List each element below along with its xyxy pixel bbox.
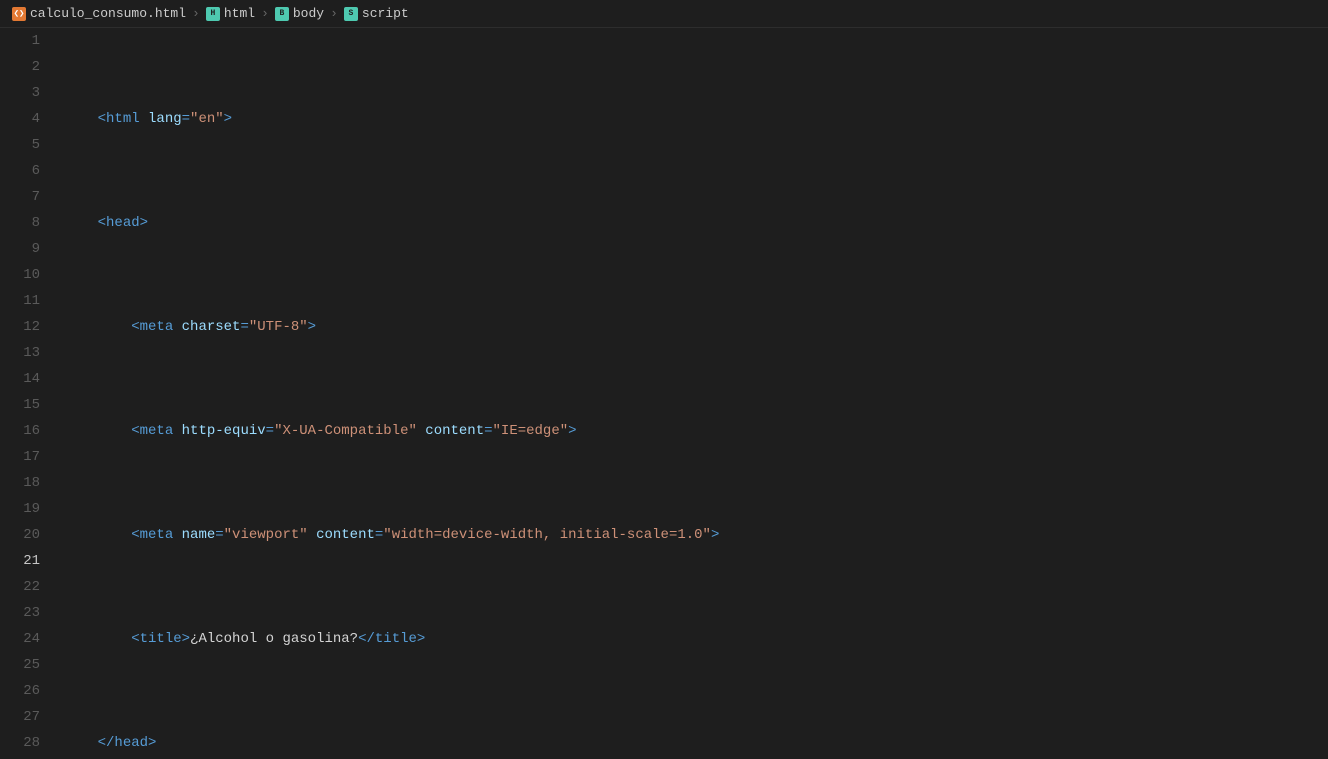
line-num-6: 6	[20, 158, 40, 184]
line-num-12: 12	[20, 314, 40, 340]
line-num-25: 25	[20, 652, 40, 678]
line-num-17: 17	[20, 444, 40, 470]
line-num-18: 18	[20, 470, 40, 496]
line-num-7: 7	[20, 184, 40, 210]
breadcrumb-script[interactable]: script	[362, 6, 409, 21]
code-line-4: <meta http-equiv="X-UA-Compatible" conte…	[64, 418, 1328, 444]
code-line-5: <meta name="viewport" content="width=dev…	[64, 522, 1328, 548]
line-num-5: 5	[20, 132, 40, 158]
line-num-13: 13	[20, 340, 40, 366]
script-icon: S	[344, 7, 358, 21]
line-num-20: 20	[20, 522, 40, 548]
file-icon: ❮❯	[12, 7, 26, 21]
line-num-4: 4	[20, 106, 40, 132]
line-num-2: 2	[20, 54, 40, 80]
line-num-14: 14	[20, 366, 40, 392]
line-num-21: 21	[20, 548, 40, 574]
breadcrumb-filename[interactable]: calculo_consumo.html	[30, 6, 186, 21]
line-num-26: 26	[20, 678, 40, 704]
line-num-3: 3	[20, 80, 40, 106]
line-num-9: 9	[20, 236, 40, 262]
breadcrumb-body[interactable]: body	[293, 6, 324, 21]
line-num-19: 19	[20, 496, 40, 522]
breadcrumb-sep-3: ›	[330, 6, 338, 21]
line-num-28: 28	[20, 730, 40, 756]
html-icon: H	[206, 7, 220, 21]
line-num-15: 15	[20, 392, 40, 418]
code-line-7: </head>	[64, 730, 1328, 756]
body-icon: B	[275, 7, 289, 21]
line-num-1: 1	[20, 28, 40, 54]
breadcrumb-html[interactable]: html	[224, 6, 255, 21]
breadcrumb: ❮❯ calculo_consumo.html › H html › B bod…	[0, 0, 1328, 28]
line-num-10: 10	[20, 262, 40, 288]
line-num-22: 22	[20, 574, 40, 600]
line-num-24: 24	[20, 626, 40, 652]
breadcrumb-sep-2: ›	[261, 6, 269, 21]
line-num-11: 11	[20, 288, 40, 314]
breadcrumb-sep-1: ›	[192, 6, 200, 21]
line-num-8: 8	[20, 210, 40, 236]
line-num-16: 16	[20, 418, 40, 444]
code-area[interactable]: <html lang="en"> <head> <meta charset="U…	[56, 28, 1328, 759]
editor: 1 2 3 4 5 6 7 8 9 10 11 12 13 14 15 16 1…	[0, 28, 1328, 759]
code-line-2: <head>	[64, 210, 1328, 236]
line-numbers: 1 2 3 4 5 6 7 8 9 10 11 12 13 14 15 16 1…	[0, 28, 56, 759]
line-num-23: 23	[20, 600, 40, 626]
code-line-3: <meta charset="UTF-8">	[64, 314, 1328, 340]
line-num-27: 27	[20, 704, 40, 730]
code-line-6: <title>¿Alcohol o gasolina?</title>	[64, 626, 1328, 652]
code-line-1: <html lang="en">	[64, 106, 1328, 132]
